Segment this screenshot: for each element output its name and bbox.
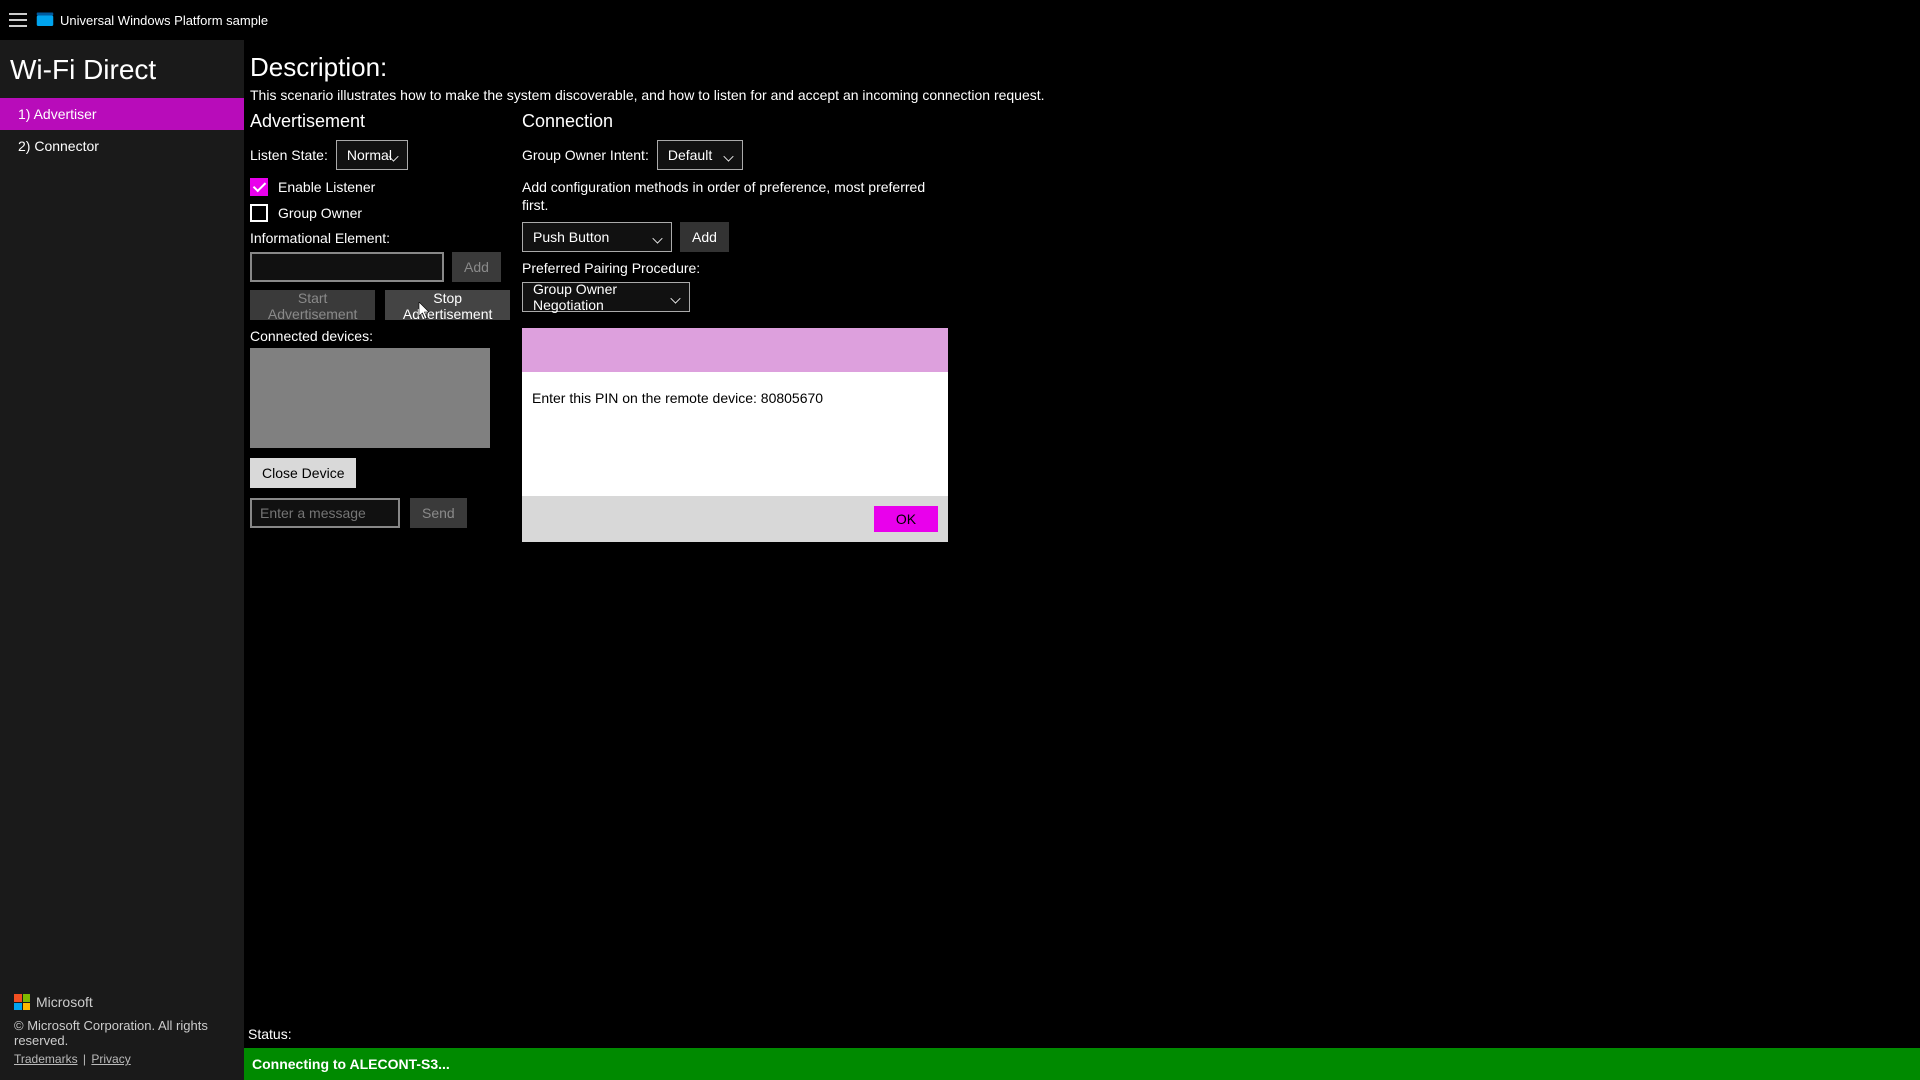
info-element-add-button[interactable]: Add (452, 252, 501, 282)
send-button[interactable]: Send (410, 498, 467, 528)
connected-devices-label: Connected devices: (250, 328, 510, 344)
microsoft-label: Microsoft (36, 994, 93, 1010)
nav-item-connector[interactable]: 2) Connector (0, 130, 244, 162)
sidebar: Wi-Fi Direct 1) Advertiser 2) Connector … (0, 40, 244, 1080)
pin-value: 80805670 (761, 390, 823, 406)
group-owner-checkbox[interactable] (250, 204, 268, 222)
chevron-down-icon (389, 150, 399, 160)
stop-advertisement-button[interactable]: Stop Advertisement (385, 290, 510, 320)
enable-listener-label: Enable Listener (278, 179, 375, 195)
config-methods-note: Add configuration methods in order of pr… (522, 178, 952, 214)
pin-dialog-message: Enter this PIN on the remote device: 808… (522, 372, 948, 496)
info-element-input[interactable] (250, 252, 444, 282)
info-element-label: Informational Element: (250, 230, 510, 246)
close-device-button[interactable]: Close Device (250, 458, 356, 488)
chevron-down-icon (671, 292, 681, 302)
pin-dialog-header (522, 328, 948, 372)
trademarks-link[interactable]: Trademarks (14, 1052, 78, 1066)
privacy-link[interactable]: Privacy (91, 1052, 130, 1066)
group-owner-intent-select[interactable]: Default (657, 140, 743, 170)
nav-item-advertiser[interactable]: 1) Advertiser (0, 98, 244, 130)
preferred-pairing-label: Preferred Pairing Procedure: (522, 260, 952, 276)
config-method-select[interactable]: Push Button (522, 222, 672, 252)
app-title: Universal Windows Platform sample (60, 13, 268, 28)
hamburger-menu-icon[interactable] (4, 6, 32, 34)
microsoft-brand: Microsoft (14, 994, 230, 1010)
title-bar: Universal Windows Platform sample (0, 0, 1920, 40)
listen-state-label: Listen State: (250, 147, 328, 163)
status-bar: Connecting to ALECONT-S3... (244, 1048, 1920, 1080)
config-method-add-button[interactable]: Add (680, 222, 729, 252)
chevron-down-icon (724, 150, 734, 160)
chevron-down-icon (653, 232, 663, 242)
group-owner-label: Group Owner (278, 205, 362, 221)
status-label: Status: (248, 1026, 1916, 1042)
enable-listener-checkbox[interactable] (250, 178, 268, 196)
connected-devices-list[interactable] (250, 348, 490, 448)
copyright-text: © Microsoft Corporation. All rights rese… (14, 1018, 230, 1048)
advertisement-title: Advertisement (250, 111, 510, 132)
message-input[interactable] (250, 498, 400, 528)
pin-dialog-ok-button[interactable]: OK (874, 506, 938, 532)
preferred-pairing-select[interactable]: Group Owner Negotiation (522, 282, 690, 312)
sidebar-title: Wi-Fi Direct (0, 40, 244, 98)
start-advertisement-button[interactable]: Start Advertisement (250, 290, 375, 320)
listen-state-select[interactable]: Normal (336, 140, 408, 170)
description-text: This scenario illustrates how to make th… (250, 87, 1914, 103)
description-heading: Description: (250, 52, 1914, 83)
status-message: Connecting to ALECONT-S3... (252, 1056, 450, 1072)
group-owner-intent-label: Group Owner Intent: (522, 147, 649, 163)
connection-title: Connection (522, 111, 952, 132)
microsoft-logo-icon (14, 994, 30, 1010)
pin-dialog: Enter this PIN on the remote device: 808… (522, 328, 948, 542)
sidebar-footer: Microsoft © Microsoft Corporation. All r… (0, 986, 244, 1080)
app-icon (36, 12, 54, 28)
